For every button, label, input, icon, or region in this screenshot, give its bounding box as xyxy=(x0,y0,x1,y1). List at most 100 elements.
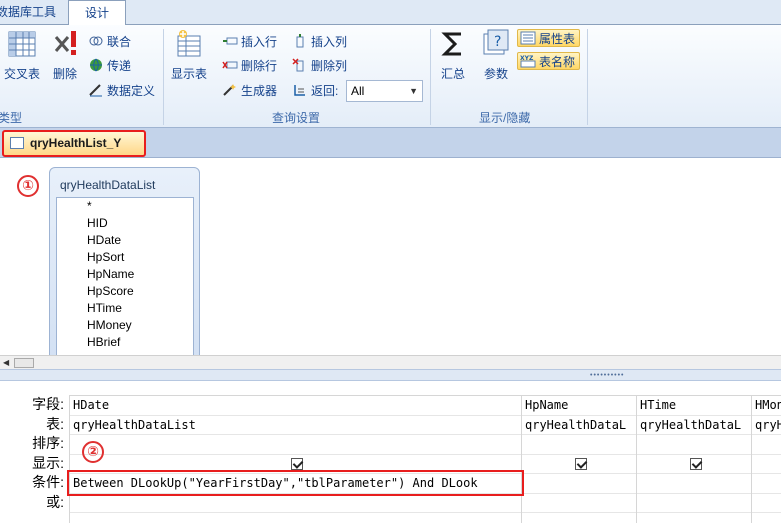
insert-column-button[interactable]: 插入列 xyxy=(292,33,347,51)
table-names-button[interactable]: XYZ 表名称 xyxy=(517,52,581,70)
delete-column-button[interactable]: 删除列 xyxy=(292,57,347,75)
design-grid: HDate qryHealthDataList Between DLookUp(… xyxy=(69,395,781,523)
grid-cell-sort[interactable] xyxy=(70,435,521,455)
horizontal-scrollbar[interactable]: ◀ xyxy=(0,355,781,369)
delete-query-icon xyxy=(54,31,76,55)
crosstab-button[interactable]: 交叉表 xyxy=(4,29,40,82)
parameters-button[interactable]: ? 参数 xyxy=(480,29,512,82)
grid-cell-or[interactable] xyxy=(637,494,751,513)
builder-button[interactable]: 生成器 xyxy=(222,82,277,100)
row-label-criteria: 条件: xyxy=(32,474,64,490)
field-list-item[interactable]: HBrief xyxy=(57,334,193,351)
grid-cell-field[interactable]: HDate xyxy=(70,396,521,416)
property-sheet-button[interactable]: 属性表 xyxy=(517,29,581,47)
grid-cell-criteria[interactable] xyxy=(752,474,781,494)
parameters-icon: ? xyxy=(483,29,509,55)
field-list-item[interactable]: HID xyxy=(57,215,193,232)
splitter-grip-icon: •••••••••• xyxy=(590,372,625,379)
scroll-left-icon[interactable]: ◀ xyxy=(3,358,9,367)
grid-cell-or[interactable] xyxy=(752,494,781,513)
data-definition-button[interactable]: 数据定义 xyxy=(88,82,155,100)
insert-row-button[interactable]: 插入行 xyxy=(222,33,277,51)
grid-cell-sort[interactable] xyxy=(752,435,781,455)
grid-cell-show xyxy=(637,455,751,474)
totals-label: 汇总 xyxy=(440,67,465,81)
tab-design[interactable]: 设计 xyxy=(68,0,126,26)
ribbon-separator xyxy=(430,29,431,125)
union-icon xyxy=(89,36,103,46)
insert-row-icon xyxy=(223,37,238,45)
chevron-down-icon: ▼ xyxy=(409,86,418,96)
grid-column-hmoney[interactable]: HMon qryH xyxy=(751,396,781,523)
return-select[interactable]: All ▼ xyxy=(346,80,423,102)
show-checkbox[interactable] xyxy=(689,457,702,470)
scroll-thumb[interactable] xyxy=(14,358,34,368)
grid-column-hdate[interactable]: HDate qryHealthDataList Between DLookUp(… xyxy=(69,396,521,523)
table-names-label: 表名称 xyxy=(539,55,576,69)
row-label-sort: 排序: xyxy=(32,435,64,451)
ribbon-separator xyxy=(587,29,588,125)
show-table-label: 显示表 xyxy=(170,67,207,81)
field-list-item[interactable]: HMoney xyxy=(57,317,193,334)
group-label-type: 类型 xyxy=(0,111,23,125)
pane-splitter[interactable]: •••••••••• xyxy=(0,369,781,381)
group-label-showhide: 显示/隐藏 xyxy=(479,111,531,125)
grid-cell-table[interactable]: qryHealthDataList xyxy=(70,416,521,435)
document-tab-strip: qryHealthList_Y xyxy=(0,128,781,158)
grid-cell-field[interactable]: HpName xyxy=(522,396,636,416)
grid-cell-or[interactable] xyxy=(522,494,636,513)
field-list-item[interactable]: HpScore xyxy=(57,283,193,300)
row-label-table: 表: xyxy=(46,415,64,432)
field-list-title: qryHealthDataList xyxy=(60,178,156,192)
query-icon xyxy=(10,137,24,149)
show-table-button[interactable]: 显示表 xyxy=(169,29,209,82)
field-list[interactable]: * HID HDate HpSort HpName HpScore HTime … xyxy=(56,197,194,367)
delete-query-button[interactable]: 删除 xyxy=(50,29,80,82)
grid-cell-field[interactable]: HMon xyxy=(752,396,781,416)
crosstab-label: 交叉表 xyxy=(4,67,41,81)
return-select-value: All xyxy=(351,84,365,98)
ribbon: 交叉表 删除 联合 传递 数据定义 类型 显示表 插入行 删除行 生成器 插入列… xyxy=(0,25,781,128)
grid-cell-sort[interactable] xyxy=(637,435,751,455)
grid-row-labels: 字段: 表: 排序: 显示: 条件: 或: xyxy=(0,395,68,512)
tab-database-tools[interactable]: 数据库工具 xyxy=(0,0,62,25)
row-label-field: 字段: xyxy=(32,396,64,412)
delete-row-button[interactable]: 删除行 xyxy=(222,57,277,75)
grid-cell-or[interactable] xyxy=(70,494,521,513)
grid-column-hpname[interactable]: HpName qryHealthDataL xyxy=(521,396,636,523)
field-list-item[interactable]: HpName xyxy=(57,266,193,283)
grid-column-htime[interactable]: HTime qryHealthDataL xyxy=(636,396,751,523)
grid-cell-table[interactable]: qryHealthDataL xyxy=(522,416,636,435)
builder-icon xyxy=(223,84,236,96)
grid-cell-sort[interactable] xyxy=(522,435,636,455)
delete-column-icon xyxy=(292,58,304,72)
passthrough-button[interactable]: 传递 xyxy=(88,57,131,75)
svg-text:?: ? xyxy=(494,34,501,50)
query-design-pane[interactable]: ① qryHealthDataList * HID HDate HpSort H… xyxy=(0,158,781,367)
union-button[interactable]: 联合 xyxy=(88,33,131,51)
show-checkbox[interactable] xyxy=(574,457,587,470)
grid-cell-criteria[interactable] xyxy=(637,474,751,494)
grid-cell-criteria[interactable] xyxy=(522,474,636,494)
property-sheet-icon xyxy=(520,31,536,45)
grid-cell-table[interactable]: qryHealthDataL xyxy=(637,416,751,435)
grid-cell-show xyxy=(522,455,636,474)
annotation-marker-2: ② xyxy=(82,441,104,463)
document-tab-qryhealthlist[interactable]: qryHealthList_Y xyxy=(2,130,146,157)
row-label-or: 或: xyxy=(46,493,64,510)
grid-cell-table[interactable]: qryH xyxy=(752,416,781,435)
field-list-item[interactable]: HDate xyxy=(57,232,193,249)
delete-query-label: 删除 xyxy=(52,67,77,81)
field-list-window[interactable]: qryHealthDataList * HID HDate HpSort HpN… xyxy=(49,167,200,367)
document-tab-label: qryHealthList_Y xyxy=(30,136,122,150)
field-list-item[interactable]: * xyxy=(57,198,193,215)
totals-button[interactable]: 汇总 xyxy=(437,29,469,82)
criteria-highlight-box xyxy=(67,470,524,496)
grid-cell-field[interactable]: HTime xyxy=(637,396,751,416)
show-checkbox[interactable] xyxy=(291,457,303,470)
row-label-show: 显示: xyxy=(32,454,64,471)
field-list-item[interactable]: HpSort xyxy=(57,249,193,266)
grid-cell-show[interactable] xyxy=(752,455,781,474)
return-label: 返回: xyxy=(311,84,339,98)
field-list-item[interactable]: HTime xyxy=(57,300,193,317)
